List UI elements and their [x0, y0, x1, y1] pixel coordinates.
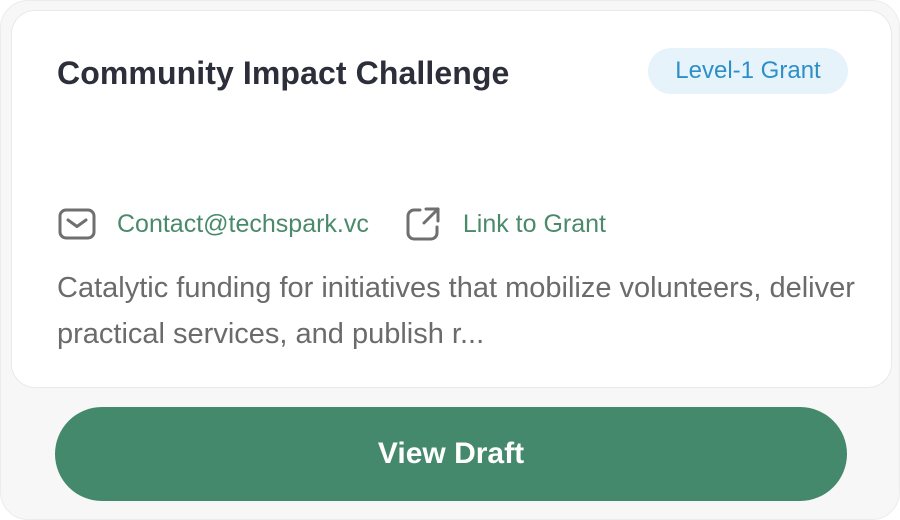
contact-email-link[interactable]: Contact@techspark.vc [57, 204, 369, 244]
external-link-icon [403, 204, 443, 244]
mail-icon [57, 204, 97, 244]
view-draft-button[interactable]: View Draft [55, 407, 847, 501]
grant-description: Catalytic funding for initiatives that m… [57, 272, 855, 350]
grant-card: Community Impact Challenge Level-1 Grant… [11, 10, 892, 388]
grant-meta-row: Contact@techspark.vc Link to Grant [57, 204, 640, 244]
grant-card-container: Community Impact Challenge Level-1 Grant… [0, 0, 900, 520]
grant-title: Community Impact Challenge [57, 55, 510, 91]
grant-level-badge: Level-1 Grant [648, 48, 848, 94]
contact-email-label: Contact@techspark.vc [117, 209, 369, 238]
grant-link-label: Link to Grant [462, 209, 607, 238]
grant-external-link[interactable]: Link to Grant [403, 204, 606, 244]
